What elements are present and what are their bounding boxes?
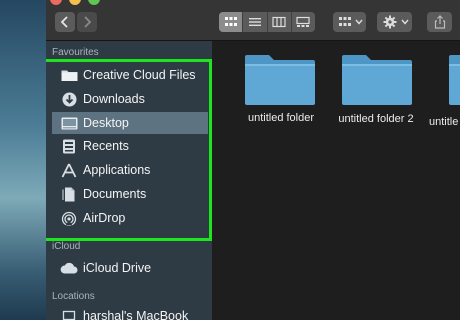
sidebar-item-label: harshal's MacBook [83,309,189,320]
sidebar-item-macbook[interactable]: harshal's MacBook [52,305,208,320]
column-view-button[interactable] [268,12,292,32]
toolbar [46,0,460,41]
columns-icon [272,16,286,28]
folder-label: untitled folder [247,112,315,124]
folder-icon [342,55,412,105]
action-menu-button[interactable] [377,12,412,32]
sidebar-item-label: iCloud Drive [83,261,152,275]
finder-window: Favourites Creative Cloud Files Download… [46,0,460,320]
gallery-icon [296,16,310,27]
share-button[interactable] [427,12,452,32]
minimize-window-button[interactable] [69,0,81,5]
cloud-icon [60,260,78,276]
grid-icon [224,17,237,26]
chevron-down-icon [401,19,409,25]
list-icon [248,18,261,26]
close-window-button[interactable] [50,0,62,5]
zoom-window-button[interactable] [88,0,100,5]
file-area: untitled folder untitled folder 2 untitl… [213,41,460,320]
favourites-header: Favourites [52,47,99,58]
share-icon [434,15,445,29]
gear-icon [383,15,397,29]
icloud-header: iCloud [52,241,81,252]
group-by-button[interactable] [333,12,366,32]
gallery-view-button[interactable] [292,12,315,32]
forward-button[interactable] [77,12,97,32]
chevron-down-icon [355,19,363,25]
chevron-left-icon [60,16,68,28]
back-button[interactable] [55,12,75,32]
folder-icon [245,55,315,105]
chevron-right-icon [84,16,92,28]
view-mode-control [219,12,315,32]
folder-label: untitle [429,116,459,128]
desktop-background [0,0,46,320]
favourites-highlight-box [46,59,212,241]
icon-view-button[interactable] [219,12,244,32]
locations-header: Locations [52,291,95,302]
folder-label: untitled folder 2 [338,113,414,125]
sidebar-item-icloud-drive[interactable]: iCloud Drive [52,257,208,279]
group-grid-icon [339,17,351,26]
folder-icon [449,55,460,105]
laptop-icon [60,308,78,320]
list-view-button[interactable] [243,12,268,32]
